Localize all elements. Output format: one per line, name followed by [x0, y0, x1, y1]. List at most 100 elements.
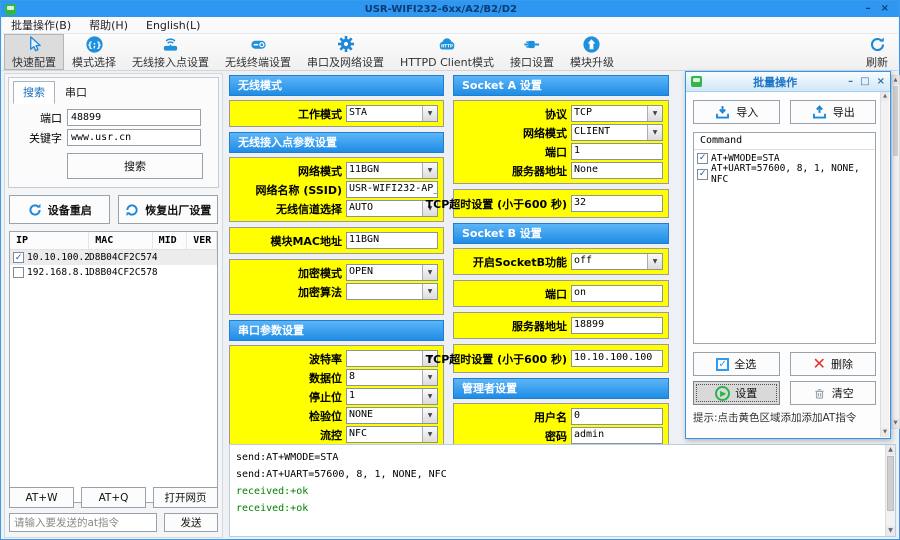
minimize-button[interactable]: –	[866, 2, 871, 16]
password-input[interactable]: admin	[571, 427, 663, 444]
socket-b-enable-box[interactable]: 开启SocketB功能 off▼	[453, 248, 669, 275]
socket-b-timeout-input[interactable]: 10.10.100.100	[571, 350, 663, 367]
chevron-down-icon[interactable]: ▼	[422, 163, 437, 178]
menu-help[interactable]: 帮助(H)	[80, 16, 137, 34]
work-mode-select[interactable]: STA▼	[346, 105, 438, 122]
module-mac-input[interactable]: 11BGN	[346, 232, 438, 249]
log-area[interactable]: send:AT+WMODE=STA send:AT+UART=57600, 8,…	[229, 444, 896, 537]
scroll-down-icon[interactable]: ▼	[881, 428, 889, 437]
scroll-up-icon[interactable]: ▲	[881, 92, 889, 101]
toolbar-module-upgrade[interactable]: 模块升级	[562, 34, 622, 70]
socket-b-enable-select[interactable]: off▼	[571, 253, 663, 270]
select-all-button[interactable]: ✓ 全选	[693, 352, 780, 376]
admin-box[interactable]: 用户名 0 密码 admin	[453, 403, 669, 449]
toolbar-serial-network-settings[interactable]: 串口及网络设置	[299, 34, 392, 70]
chevron-down-icon[interactable]: ▼	[422, 370, 437, 385]
at-q-button[interactable]: AT+Q	[81, 487, 146, 508]
net-mode-select[interactable]: 11BGN▼	[346, 162, 438, 179]
delete-button[interactable]: ✕ 删除	[790, 352, 877, 376]
chevron-down-icon[interactable]: ▼	[422, 427, 437, 442]
port-input[interactable]	[67, 109, 201, 126]
socket-a-timeout-box[interactable]: TCP超时设置 (小于600 秒) 32	[453, 189, 669, 218]
socket-a-box[interactable]: 协议 TCP▼ 网络模式 CLIENT▼ 端口 1 服务器地址 None	[453, 100, 669, 184]
stop-bits-select[interactable]: 1▼	[346, 388, 438, 405]
work-mode-box[interactable]: 工作模式 STA▼	[229, 100, 444, 127]
chevron-down-icon[interactable]: ▼	[422, 408, 437, 423]
chevron-down-icon[interactable]: ▼	[647, 106, 662, 121]
channel-select[interactable]: AUTO▼	[346, 200, 438, 217]
chevron-down-icon[interactable]: ▼	[647, 125, 662, 140]
table-row[interactable]: 192.168.8.104 D8B04CF2C578	[10, 265, 217, 280]
batch-scrollbar[interactable]: ▲ ▼	[880, 92, 889, 437]
toolbar-interface-settings[interactable]: 接口设置	[502, 34, 562, 70]
encryption-mode-select[interactable]: OPEN▼	[346, 264, 438, 281]
baud-rate-select[interactable]: ▼	[346, 350, 438, 367]
command-checkbox[interactable]	[697, 153, 708, 164]
clear-button[interactable]: 清空	[790, 381, 877, 405]
at-w-button[interactable]: AT+W	[9, 487, 74, 508]
export-button[interactable]: 导出	[790, 100, 877, 124]
table-row[interactable]: 10.10.100.254 D8B04CF2C574	[10, 250, 217, 265]
socket-a-port-input[interactable]: 1	[571, 143, 663, 160]
open-webpage-button[interactable]: 打开网页	[153, 487, 218, 508]
scroll-up-icon[interactable]: ▲	[886, 445, 895, 455]
keyword-input[interactable]	[67, 129, 201, 146]
log-scrollbar[interactable]: ▲ ▼	[885, 445, 895, 536]
menu-batch[interactable]: 批量操作(B)	[2, 16, 80, 34]
scroll-up-icon[interactable]: ▲	[892, 76, 899, 85]
chevron-down-icon[interactable]: ▼	[422, 106, 437, 121]
chevron-down-icon[interactable]: ▼	[422, 265, 437, 280]
toolbar-httpd-client-mode[interactable]: HTTP HTTPD Client模式	[392, 34, 502, 70]
socket-b-timeout-box[interactable]: TCP超时设置 (小于600 秒) 10.10.100.100	[453, 344, 669, 373]
socket-b-server-input[interactable]: 18899	[571, 317, 663, 334]
tab-serial[interactable]: 串口	[55, 81, 97, 104]
socket-b-server-box[interactable]: 服务器地址 18899	[453, 312, 669, 339]
device-reboot-button[interactable]: 设备重启	[9, 195, 110, 224]
toolbar-wifi-sta-settings[interactable]: 无线终端设置	[217, 34, 299, 70]
batch-minimize-button[interactable]: –	[848, 76, 853, 87]
parity-select[interactable]: NONE▼	[346, 407, 438, 424]
socket-b-port-input[interactable]: on	[571, 285, 663, 302]
toolbar-refresh[interactable]: 刷新	[858, 34, 896, 70]
apply-settings-button[interactable]: ▶ 设置	[693, 381, 780, 405]
batch-title-bar[interactable]: 批量操作 – □ ×	[686, 72, 890, 92]
chevron-down-icon[interactable]: ▼	[422, 389, 437, 404]
at-command-input[interactable]	[9, 513, 157, 532]
toolbar-mode-select[interactable]: {;} 模式选择	[64, 34, 124, 70]
list-item[interactable]: AT+UART=57600, 8, 1, NONE, NFC	[694, 166, 875, 182]
chevron-down-icon[interactable]: ▼	[647, 254, 662, 269]
flow-control-select[interactable]: NFC▼	[346, 426, 438, 443]
scroll-down-icon[interactable]: ▼	[886, 526, 895, 536]
form-scrollbar[interactable]: ▲ ▼	[891, 75, 900, 429]
username-input[interactable]: 0	[571, 408, 663, 425]
ap-params-box[interactable]: 网络模式 11BGN▼ 网络名称 (SSID) USR-WIFI232-AP_C…	[229, 157, 444, 222]
search-button[interactable]: 搜索	[67, 153, 203, 179]
serial-params-box[interactable]: 波特率 ▼ 数据位 8▼ 停止位 1▼ 检验位 NONE▼ 流控 NFC▼	[229, 345, 444, 448]
scrollbar-thumb[interactable]	[893, 86, 898, 156]
menu-english[interactable]: English(L)	[137, 18, 209, 33]
row-checkbox[interactable]	[13, 252, 24, 263]
protocol-select[interactable]: TCP▼	[571, 105, 663, 122]
tab-search[interactable]: 搜索	[13, 81, 55, 104]
scroll-down-icon[interactable]: ▼	[892, 419, 899, 428]
command-checkbox[interactable]	[697, 169, 708, 180]
data-bits-select[interactable]: 8▼	[346, 369, 438, 386]
device-table[interactable]: IP MAC MID VER 10.10.100.254 D8B04CF2C57…	[9, 231, 218, 503]
ssid-input[interactable]: USR-WIFI232-AP_C574	[346, 181, 438, 198]
batch-maximize-button[interactable]: □	[860, 76, 869, 87]
module-mac-box[interactable]: 模块MAC地址 11BGN	[229, 227, 444, 254]
import-button[interactable]: 导入	[693, 100, 780, 124]
socket-a-timeout-input[interactable]: 32	[571, 195, 663, 212]
toolbar-quick-config[interactable]: 快速配置	[4, 34, 64, 70]
encryption-algo-select[interactable]: ▼	[346, 283, 438, 300]
close-button[interactable]: ×	[881, 2, 889, 16]
command-list[interactable]: Command AT+WMODE=STA AT+UART=57600, 8, 1…	[693, 132, 876, 344]
scrollbar-thumb[interactable]	[887, 456, 894, 511]
factory-reset-button[interactable]: 恢复出厂设置	[118, 195, 219, 224]
socket-a-server-input[interactable]: None	[571, 162, 663, 179]
chevron-down-icon[interactable]: ▼	[422, 284, 437, 299]
batch-close-button[interactable]: ×	[877, 76, 885, 87]
socket-b-port-box[interactable]: 端口 on	[453, 280, 669, 307]
encryption-box[interactable]: 加密模式 OPEN▼ 加密算法 ▼	[229, 259, 444, 315]
send-button[interactable]: 发送	[164, 513, 218, 532]
